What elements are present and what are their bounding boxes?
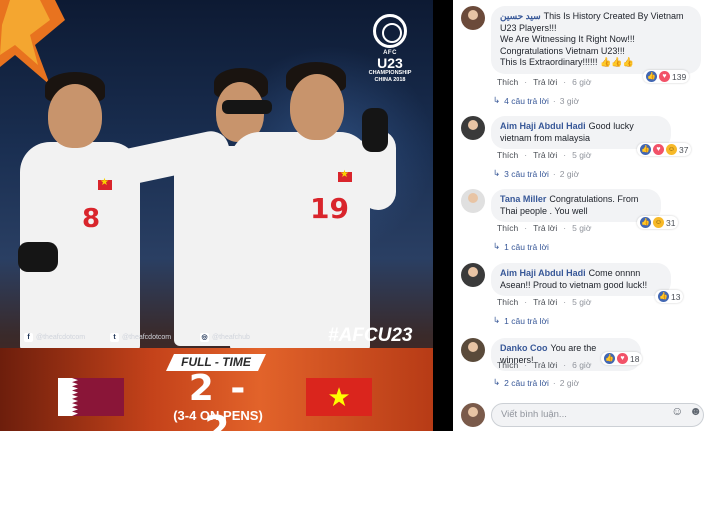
reply-link[interactable]: Trả lời xyxy=(533,77,557,87)
comment-author[interactable]: Danko Coo xyxy=(500,343,548,353)
facebook-post-view: 8 19 AFC U23 CHAMPIONSHIP CHINA 2018 xyxy=(0,0,710,531)
instagram-icon: ◎ xyxy=(200,333,209,342)
like-link[interactable]: Thích xyxy=(497,223,518,233)
instagram-handle: ◎ @theafchub xyxy=(200,333,250,342)
haha-reaction-icon: ☺ xyxy=(666,144,677,155)
afc-ball-icon xyxy=(373,14,407,48)
comment-author[interactable]: Tana Miller xyxy=(500,194,546,204)
player-number-8: 8 xyxy=(82,204,101,234)
player-left: 8 xyxy=(0,70,233,352)
comment-author[interactable]: Aim Haji Abdul Hadi xyxy=(500,121,586,131)
view-replies[interactable]: ↳ 3 câu trả lời · 2 giờ xyxy=(493,168,579,179)
vietnam-flag-icon: ★ xyxy=(306,378,372,416)
afc-u23-logo: AFC U23 CHAMPIONSHIP CHINA 2018 xyxy=(362,14,418,84)
current-user-avatar[interactable] xyxy=(461,403,485,427)
comment-input-icons: ☺ ☻ xyxy=(671,404,702,418)
reply-arrow-icon: ↳ xyxy=(493,377,501,387)
twitter-icon: t xyxy=(110,333,119,342)
love-reaction-icon: ♥ xyxy=(617,353,628,364)
reaction-summary[interactable]: 👍 ♥ 139 xyxy=(643,70,690,83)
like-link[interactable]: Thích xyxy=(497,297,518,307)
pointing-glove xyxy=(362,108,388,152)
liverpool-crest-avatar[interactable] xyxy=(461,189,485,213)
view-replies[interactable]: ↳ 4 câu trả lời · 3 giờ xyxy=(493,95,579,106)
emoji-icon[interactable]: ☺ xyxy=(671,404,683,418)
reply-link[interactable]: Trả lời xyxy=(533,297,557,307)
like-reaction-icon: 👍 xyxy=(604,353,615,364)
comment-time[interactable]: 5 giờ xyxy=(572,223,591,233)
blank-area xyxy=(0,431,710,531)
goalkeeper-glove xyxy=(18,242,58,272)
like-link[interactable]: Thích xyxy=(497,360,518,370)
reaction-summary[interactable]: 👍 ♥ 18 xyxy=(601,352,643,365)
like-link[interactable]: Thích xyxy=(497,150,518,160)
comment-time[interactable]: 5 giờ xyxy=(572,297,591,307)
like-reaction-icon: 👍 xyxy=(640,217,651,228)
avatar[interactable] xyxy=(461,263,485,287)
comment-actions: Thích · Trả lời · 6 giờ xyxy=(497,360,592,370)
avatar[interactable] xyxy=(461,338,485,362)
sticker-icon[interactable]: ☻ xyxy=(689,404,702,418)
reply-link[interactable]: Trả lời xyxy=(533,150,557,160)
facebook-icon: f xyxy=(24,333,33,342)
reply-arrow-icon: ↳ xyxy=(493,95,501,105)
player-number-19: 19 xyxy=(310,192,349,225)
haha-reaction-icon: ☺ xyxy=(653,217,664,228)
comment-bubble: سيد حسين This Is History Created By Vietn… xyxy=(491,6,701,74)
hashtag: #AFCU23 xyxy=(328,325,413,346)
comment-author[interactable]: سيد حسين xyxy=(500,11,541,21)
comment-actions: Thích · Trả lời · 6 giờ xyxy=(497,77,592,87)
reaction-summary[interactable]: 👍 ☺ 31 xyxy=(637,216,679,229)
facebook-handle: f @theafcdotcom xyxy=(24,333,85,342)
reaction-summary[interactable]: 👍 ♥ ☺ 37 xyxy=(637,143,692,156)
qatar-flag-icon xyxy=(58,378,124,416)
reply-arrow-icon: ↳ xyxy=(493,168,501,178)
reply-arrow-icon: ↳ xyxy=(493,241,501,251)
love-reaction-icon: ♥ xyxy=(653,144,664,155)
comment-actions: Thích · Trả lời · 5 giờ xyxy=(497,297,592,307)
comment-bubble: Tana Miller Congratulations. From Thai pe… xyxy=(491,189,661,222)
player-right: 19 xyxy=(220,60,420,352)
comment-time[interactable]: 5 giờ xyxy=(572,150,591,160)
post-photo[interactable]: 8 19 AFC U23 CHAMPIONSHIP CHINA 2018 xyxy=(0,0,433,431)
view-replies[interactable]: ↳ 1 câu trả lời xyxy=(493,315,549,326)
comment-time[interactable]: 6 giờ xyxy=(572,77,591,87)
like-reaction-icon: 👍 xyxy=(646,71,657,82)
view-replies[interactable]: ↳ 2 câu trả lời · 2 giờ xyxy=(493,377,579,388)
avatar[interactable] xyxy=(461,6,485,30)
comment-author[interactable]: Aim Haji Abdul Hadi xyxy=(500,268,586,278)
write-comment-bar: Viết bình luận... ☺ ☻ xyxy=(453,400,710,429)
penalty-score: (3-4 ON PENS) xyxy=(173,408,263,423)
like-reaction-icon: 👍 xyxy=(658,291,669,302)
reply-link[interactable]: Trả lời xyxy=(533,223,557,233)
like-reaction-icon: 👍 xyxy=(640,144,651,155)
love-reaction-icon: ♥ xyxy=(659,71,670,82)
black-divider xyxy=(433,0,453,431)
comments-panel: سيد حسين This Is History Created By Vietn… xyxy=(453,0,710,431)
view-replies[interactable]: ↳ 1 câu trả lời xyxy=(493,241,549,252)
comment-bubble: Aim Haji Abdul Hadi Come onnnn Asean!! Pr… xyxy=(491,263,671,296)
comment-time[interactable]: 6 giờ xyxy=(572,360,591,370)
comment-actions: Thích · Trả lời · 5 giờ xyxy=(497,150,592,160)
twitter-handle: t @theafcdotcom xyxy=(110,333,171,342)
reply-link[interactable]: Trả lời xyxy=(533,360,557,370)
like-link[interactable]: Thích xyxy=(497,77,518,87)
reaction-summary[interactable]: 👍 13 xyxy=(655,290,684,303)
avatar[interactable] xyxy=(461,116,485,140)
comment-actions: Thích · Trả lời · 5 giờ xyxy=(497,223,592,233)
reply-arrow-icon: ↳ xyxy=(493,315,501,325)
